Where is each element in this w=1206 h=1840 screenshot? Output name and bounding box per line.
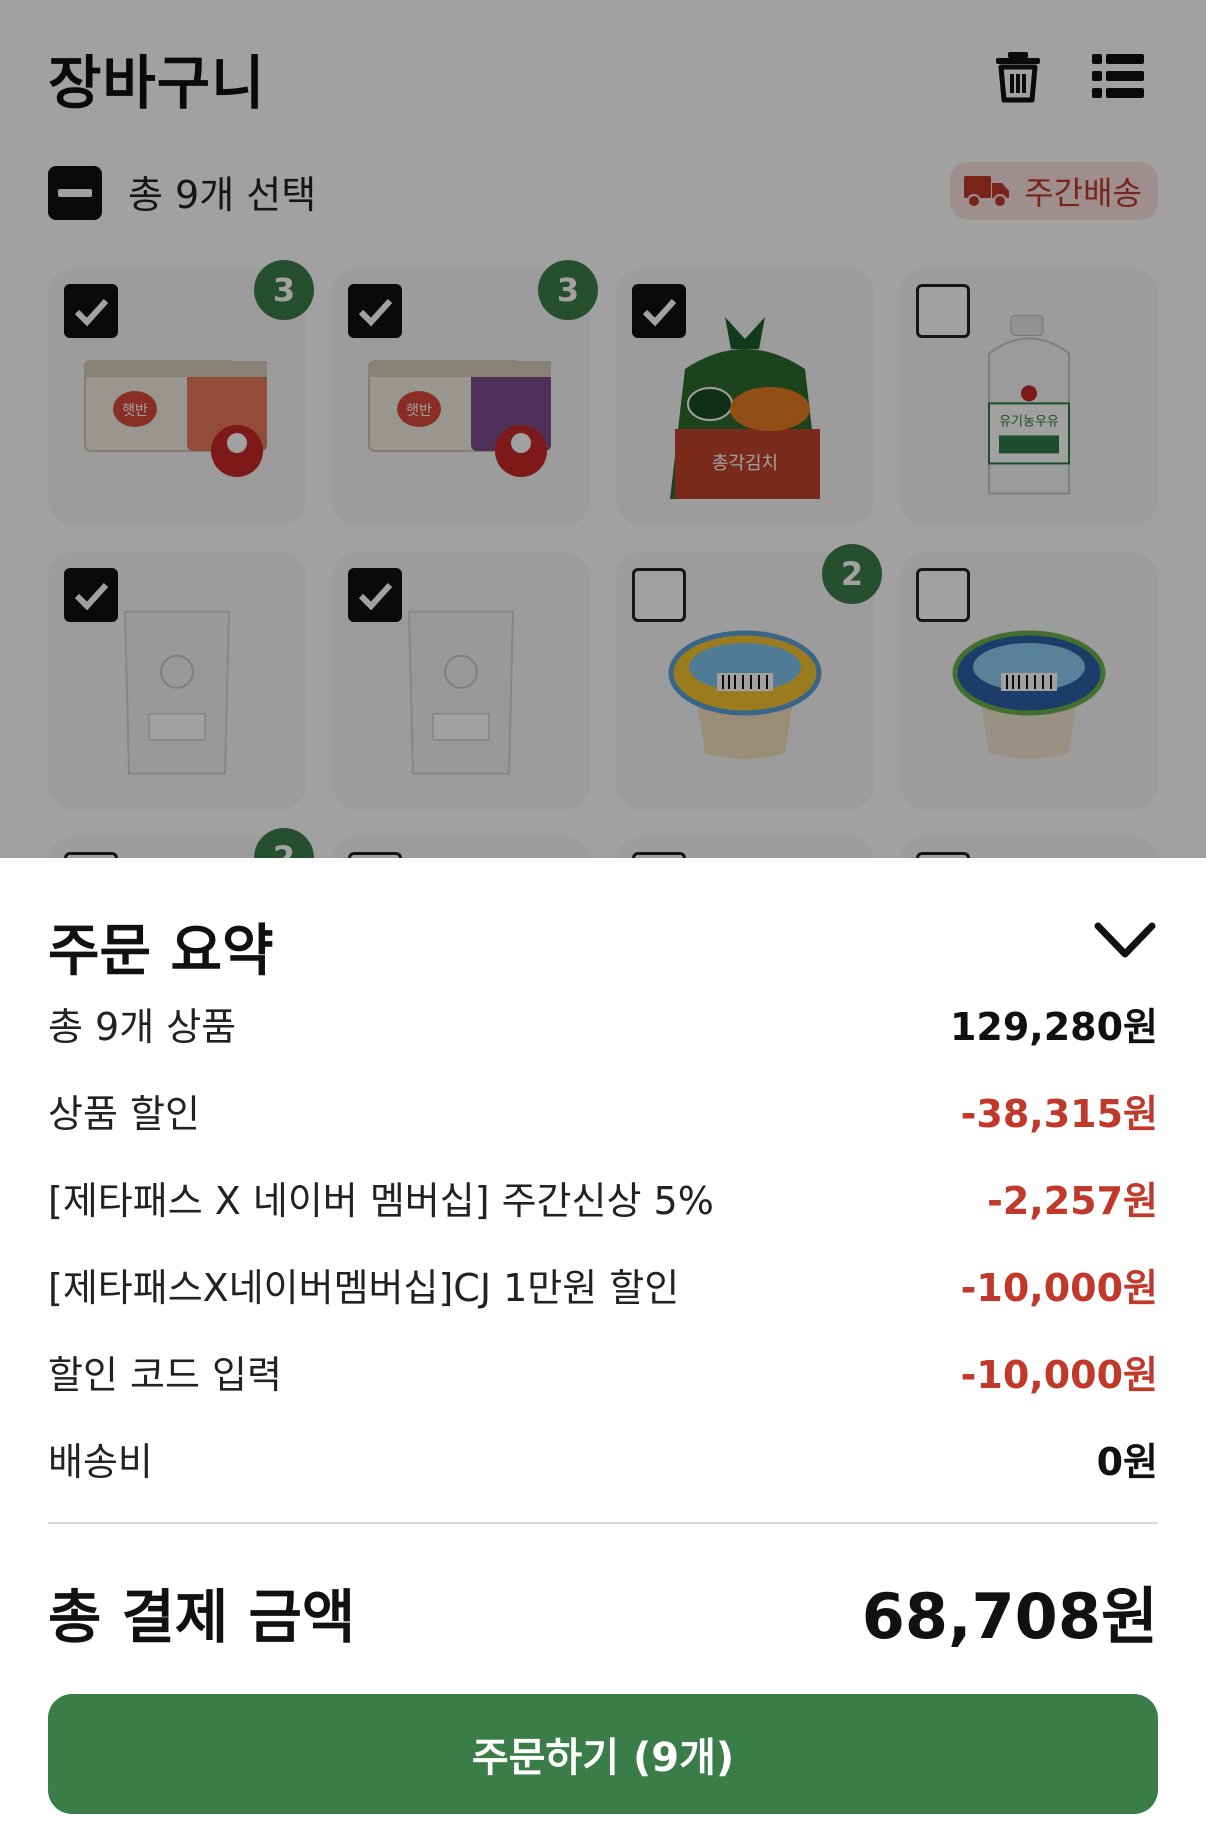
dim-overlay[interactable]: [0, 0, 1206, 858]
row-label: 총 9개 상품: [48, 1005, 237, 1049]
summary-row-discount-code[interactable]: 할인 코드 입력 -10,000원: [48, 1336, 1158, 1399]
chevron-down-icon[interactable]: [1094, 920, 1156, 960]
row-value: 129,280원: [949, 1005, 1158, 1049]
summary-row-product-discount: 상품 할인 -38,315원: [48, 1075, 1158, 1136]
summary-row-subtotal: 총 9개 상품 129,280원: [48, 988, 1158, 1049]
summary-title: 주문 요약: [48, 919, 274, 984]
row-label: [제타패스X네이버멤버십]CJ 1만원 할인: [48, 1266, 680, 1310]
row-value: -10,000원: [960, 1353, 1158, 1397]
summary-row-membership-discount: [제타패스 X 네이버 멤버십] 주간신상 5% -2,257원: [48, 1162, 1158, 1223]
summary-row-cj-coupon: [제타패스X네이버멤버십]CJ 1만원 할인 -10,000원: [48, 1249, 1158, 1310]
row-value: -38,315원: [960, 1092, 1158, 1136]
order-summary-sheet: 주문 요약 총 9개 상품 129,280원 상품 할인 -38,315원 [제…: [0, 858, 1206, 1840]
row-value: -2,257원: [987, 1179, 1158, 1223]
row-value: -10,000원: [960, 1266, 1158, 1310]
summary-divider: [48, 1522, 1158, 1524]
row-value: 0원: [1096, 1440, 1158, 1484]
row-label: 상품 할인: [48, 1092, 200, 1136]
cart-page: 장바구니 총 9개 선택 주간배송 3 햇반 3 햇반 총각김치 유기농우유 2…: [0, 0, 1206, 858]
total-label: 총 결제 금액: [48, 1583, 356, 1651]
summary-row-shipping: 배송비 0원: [48, 1423, 1158, 1484]
total-value: 68,708원: [861, 1580, 1158, 1653]
order-button[interactable]: 주문하기 (9개): [48, 1694, 1158, 1814]
row-label: [제타패스 X 네이버 멤버십] 주간신상 5%: [48, 1179, 714, 1223]
row-label: 배송비: [48, 1440, 153, 1484]
discount-code-link[interactable]: 할인 코드 입력: [48, 1344, 282, 1399]
